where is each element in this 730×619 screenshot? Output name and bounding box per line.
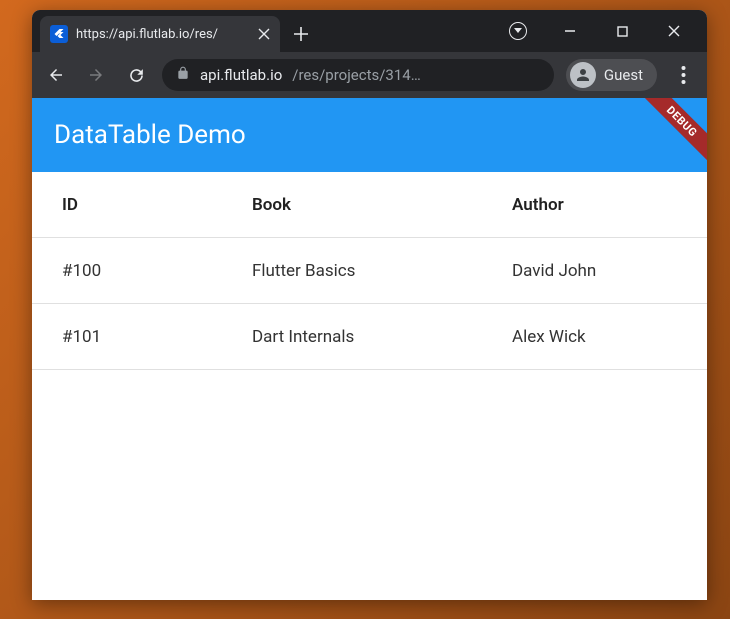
app-bar: DataTable Demo DEBUG — [32, 98, 707, 172]
table-row[interactable]: #101 Dart Internals Alex Wick — [32, 304, 707, 370]
cell-book: Dart Internals — [252, 327, 512, 347]
browser-menu-button[interactable] — [669, 61, 697, 89]
debug-banner: DEBUG — [634, 98, 707, 170]
close-window-button[interactable] — [651, 15, 697, 47]
url-host: api.flutlab.io — [200, 66, 282, 84]
column-header-book[interactable]: Book — [252, 195, 512, 215]
avatar-icon — [570, 62, 596, 88]
profile-label: Guest — [604, 66, 643, 84]
table-header-row: ID Book Author — [32, 172, 707, 238]
lock-icon — [176, 66, 190, 84]
column-header-author[interactable]: Author — [512, 195, 677, 215]
tab-close-icon[interactable] — [256, 26, 272, 42]
dropdown-icon[interactable] — [495, 15, 541, 47]
app-content: DataTable Demo DEBUG ID Book Author #100… — [32, 98, 707, 600]
address-bar[interactable]: api.flutlab.io/res/projects/314… — [162, 59, 554, 91]
column-header-id[interactable]: ID — [62, 195, 252, 215]
cell-id: #100 — [62, 261, 252, 281]
browser-tab[interactable]: https://api.flutlab.io/res/ — [40, 16, 280, 52]
profile-button[interactable]: Guest — [566, 59, 657, 91]
app-title: DataTable Demo — [54, 120, 246, 150]
reload-button[interactable] — [122, 61, 150, 89]
cell-author: Alex Wick — [512, 327, 677, 347]
browser-toolbar: api.flutlab.io/res/projects/314… Guest — [32, 52, 707, 98]
back-button[interactable] — [42, 61, 70, 89]
tab-bar: https://api.flutlab.io/res/ — [32, 10, 707, 52]
browser-window: https://api.flutlab.io/res/ — [32, 10, 707, 600]
table-row[interactable]: #100 Flutter Basics David John — [32, 238, 707, 304]
flutter-favicon-icon — [50, 25, 68, 43]
cell-book: Flutter Basics — [252, 261, 512, 281]
forward-button[interactable] — [82, 61, 110, 89]
cell-id: #101 — [62, 327, 252, 347]
minimize-button[interactable] — [547, 15, 593, 47]
window-controls — [495, 10, 707, 52]
maximize-button[interactable] — [599, 15, 645, 47]
tab-title: https://api.flutlab.io/res/ — [76, 27, 248, 42]
new-tab-button[interactable] — [286, 19, 316, 49]
cell-author: David John — [512, 261, 677, 281]
data-table: ID Book Author #100 Flutter Basics David… — [32, 172, 707, 370]
url-path: /res/projects/314… — [292, 66, 421, 84]
